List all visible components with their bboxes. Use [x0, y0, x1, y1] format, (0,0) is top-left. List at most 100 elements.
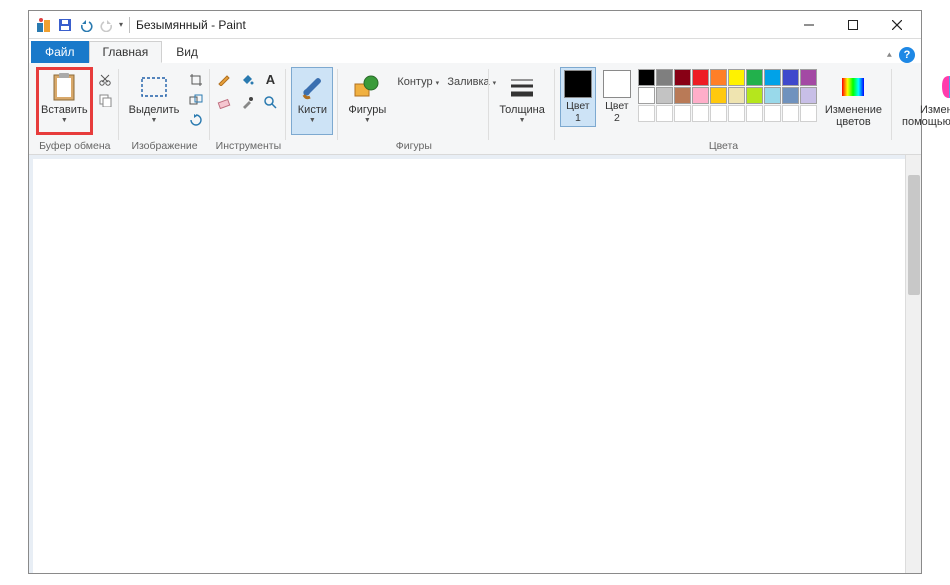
color-swatch[interactable] [674, 69, 691, 86]
color-swatch-empty[interactable] [800, 105, 817, 122]
rotate-icon[interactable] [187, 111, 205, 129]
color-swatch-empty[interactable] [782, 105, 799, 122]
eraser-icon[interactable] [215, 93, 233, 111]
color-swatch[interactable] [800, 69, 817, 86]
fill-button[interactable]: Заливка▾ [444, 75, 484, 89]
color-swatch[interactable] [692, 69, 709, 86]
tab-view[interactable]: Вид [162, 41, 212, 63]
pencil-icon[interactable] [215, 70, 233, 88]
fill-icon[interactable] [238, 70, 256, 88]
color-swatch[interactable] [692, 87, 709, 104]
color-swatch[interactable] [764, 69, 781, 86]
shapes-label: Фигуры [348, 104, 386, 116]
group-label-shapes: Фигуры [396, 139, 432, 154]
maximize-button[interactable] [831, 11, 875, 39]
color-swatch[interactable] [638, 87, 655, 104]
color-swatch[interactable] [728, 69, 745, 86]
app-icon [35, 16, 53, 34]
scrollbar-thumb[interactable] [908, 175, 920, 295]
chevron-down-icon: ▼ [309, 117, 316, 124]
group-label-clipboard: Буфер обмена [39, 139, 110, 154]
paste-button[interactable]: Вставить ▼ [36, 67, 93, 135]
color1-button[interactable]: Цвет 1 [560, 67, 596, 127]
crop-icon[interactable] [187, 71, 205, 89]
color-swatch[interactable] [746, 69, 763, 86]
outline-button[interactable]: Контур▾ [394, 75, 434, 89]
close-button[interactable] [875, 11, 919, 39]
color-swatch[interactable] [746, 87, 763, 104]
minimize-button[interactable] [787, 11, 831, 39]
collapse-ribbon-icon[interactable]: ⯅ [886, 50, 893, 61]
picker-icon[interactable] [238, 93, 256, 111]
undo-icon[interactable] [77, 16, 95, 34]
color-swatch-empty[interactable] [746, 105, 763, 122]
chevron-down-icon: ▼ [151, 117, 158, 124]
color-swatch[interactable] [782, 87, 799, 104]
chevron-down-icon: ▼ [519, 117, 526, 124]
window-controls [787, 11, 919, 39]
tools-grid: A [215, 67, 281, 113]
color-swatch[interactable] [656, 87, 673, 104]
text-icon[interactable]: A [261, 70, 279, 88]
color-swatch-empty[interactable] [656, 105, 673, 122]
quick-access-toolbar: ▾ [31, 16, 123, 34]
color-swatch[interactable] [782, 69, 799, 86]
group-shapes: Фигуры ▼ Контур▾ Заливка▾ Фигуры [338, 65, 489, 154]
brush-icon [296, 71, 328, 103]
paint3d-button[interactable]: Изменить с помощью Paint 3D [897, 67, 950, 135]
edit-colors-button[interactable]: Изменение цветов [820, 67, 887, 135]
color-swatch[interactable] [656, 69, 673, 86]
group-image: Выделить ▼ Изображение [119, 65, 211, 154]
group-label-tools: Инструменты [216, 139, 281, 154]
redo-icon[interactable] [98, 16, 116, 34]
app-window: ▾ Безымянный - Paint Файл Главная Вид ⯅ … [28, 10, 922, 574]
color-swatch[interactable] [728, 87, 745, 104]
help-icon[interactable]: ? [899, 47, 915, 63]
ribbon-tabs: Файл Главная Вид ⯅ ? [29, 39, 921, 63]
shapes-button[interactable]: Фигуры ▼ [343, 67, 391, 135]
color-swatch[interactable] [710, 87, 727, 104]
color-swatch-empty[interactable] [710, 105, 727, 122]
window-title: Безымянный - Paint [136, 18, 246, 32]
cut-icon[interactable] [96, 71, 114, 89]
group-tools: A Инструменты [210, 65, 286, 154]
color-swatch[interactable] [638, 69, 655, 86]
select-button[interactable]: Выделить ▼ [124, 67, 185, 135]
size-label: Толщина [499, 104, 545, 116]
tab-home[interactable]: Главная [89, 41, 163, 63]
canvas[interactable] [33, 159, 909, 573]
color2-swatch [603, 70, 631, 98]
vertical-scrollbar[interactable] [905, 155, 921, 573]
canvas-area [29, 155, 921, 573]
paste-label: Вставить [41, 104, 88, 116]
brushes-button[interactable]: Кисти ▼ [291, 67, 333, 135]
color2-button[interactable]: Цвет 2 [599, 67, 635, 127]
group-size: Толщина ▼ [489, 65, 555, 154]
color-swatch-empty[interactable] [692, 105, 709, 122]
color1-swatch [564, 70, 592, 98]
save-icon[interactable] [56, 16, 74, 34]
select-label: Выделить [129, 104, 180, 116]
brushes-label: Кисти [298, 104, 327, 116]
tab-file[interactable]: Файл [31, 41, 89, 63]
group-clipboard: Вставить ▼ Буфер обмена [31, 65, 119, 154]
copy-icon[interactable] [96, 91, 114, 109]
select-rect-icon [138, 71, 170, 103]
color-swatch-empty[interactable] [638, 105, 655, 122]
color-swatch[interactable] [674, 87, 691, 104]
magnifier-icon[interactable] [261, 93, 279, 111]
group-colors: Цвет 1 Цвет 2 Изменение цветов Цвета [555, 65, 892, 154]
chevron-down-icon: ▼ [364, 117, 371, 124]
qat-dropdown-icon[interactable]: ▾ [119, 20, 123, 29]
spectrum-icon [837, 71, 869, 103]
color-swatch[interactable] [710, 69, 727, 86]
size-button[interactable]: Толщина ▼ [494, 67, 550, 135]
color-swatch-empty[interactable] [728, 105, 745, 122]
color-swatch-empty[interactable] [764, 105, 781, 122]
color-swatch-empty[interactable] [674, 105, 691, 122]
thickness-icon [506, 71, 538, 103]
color-swatch[interactable] [800, 87, 817, 104]
resize-icon[interactable] [187, 91, 205, 109]
color-swatch[interactable] [764, 87, 781, 104]
ribbon: Вставить ▼ Буфер обмена Выделить ▼ [29, 63, 921, 155]
